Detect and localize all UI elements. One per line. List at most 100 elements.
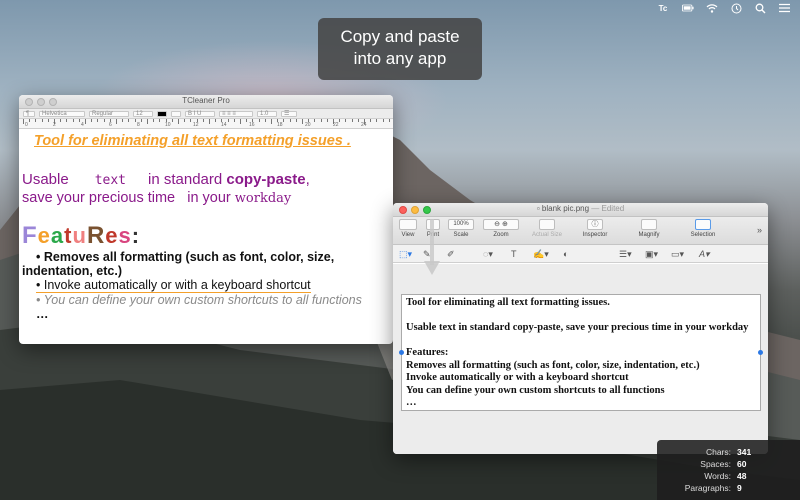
features-letter: R [86,222,106,249]
magnify-button[interactable]: Magnify [629,219,669,238]
stat-row: Spaces: 60 [657,458,800,470]
textcleaner-editor[interactable]: Tool for eliminating all text formatting… [19,129,393,321]
pv-line-3: Usable text in standard copy-paste, save… [406,322,749,333]
clock-icon[interactable] [730,2,742,14]
inspector-button[interactable]: ⓘ Inspector [575,219,615,238]
shapes-icon[interactable]: ◌▾ [483,249,493,260]
ruler-tick [47,119,49,122]
alignment-buttons[interactable]: ≡ ≡ ≡ [219,110,253,117]
pv-blank-2 [406,335,756,348]
selection-handle-right[interactable] [758,350,763,355]
features-letter: e [37,223,51,248]
ruler-number: 24 [361,122,367,128]
selection-handle-left[interactable] [399,350,404,355]
feature-item-3: • You can define your own custom shortcu… [36,293,362,307]
line-spacing-dropdown[interactable]: 1.0 [257,110,277,117]
ruler-number: 16 [249,122,255,128]
text-stats-panel: Chars: 341 Spaces: 60 Words: 48 Paragraphs: 9 [657,440,800,500]
ruler-tick [159,119,161,122]
ruler-tick [153,119,155,122]
ruler-tick [326,119,328,122]
features-letter: s [118,223,132,248]
sign-icon[interactable]: ✍▾ [533,249,549,260]
scale-field[interactable]: 100% Scale [447,219,475,238]
text-color-well[interactable] [157,110,167,117]
preview-window: ▫ blank pic.png — Edited View Print 100%… [393,203,768,454]
ruler-tick [66,119,68,122]
ruler-tick [382,119,384,122]
document-icon: ▫ [536,204,540,213]
actual-size-icon [539,219,555,230]
features-letter: e [105,223,119,248]
ruler-tick [91,119,93,122]
features-heading: FeatuRes: [22,222,390,250]
preview-titlebar[interactable]: ▫ blank pic.png — Edited [393,203,768,217]
adjust-icon[interactable]: ◐ [563,249,568,259]
pv-line-5: Features: [406,347,449,358]
stat-row: Words: 48 [657,470,800,482]
tooltip-line-2: into any app [353,49,447,68]
text-tool-icon[interactable]: T [511,249,517,259]
stat-value: 60 [737,459,747,469]
battery-icon[interactable] [682,2,694,14]
selection-button[interactable]: Selection [683,219,723,238]
paragraph-style-dropdown[interactable]: ¶ [23,110,35,117]
ruler-tick [289,119,291,122]
ruler-tick [376,119,378,122]
pv-line-8: You can define your own custom shortcuts… [406,384,665,396]
ruler-tick [190,119,192,122]
bold-italic-underline-buttons[interactable]: B I U [185,110,215,117]
editor-line-usable: Usable text in standard copy-paste, [22,171,390,188]
preview-canvas[interactable]: Tool for eliminating all text formatting… [393,264,768,454]
search-icon[interactable] [754,2,766,14]
ruler-number: 2 [53,122,56,128]
ruler-number: 12 [193,122,199,128]
features-letter: F [22,222,38,249]
ruler-tick [357,119,359,122]
rect-select-icon[interactable]: ⬚▾ [399,249,412,260]
copy-paste-tooltip: Copy and paste into any app [318,18,482,80]
textcleaner-titlebar[interactable]: TCleaner Pro [19,95,393,109]
font-family-value: Helvetica [42,110,67,117]
text-ruler[interactable]: 0 2 4 6 8 10 12 14 16 18 20 22 24 [19,119,393,129]
ruler-tick [60,119,62,122]
features-letter: a [50,223,65,248]
view-button[interactable]: View [397,219,419,238]
tc-logo-icon[interactable]: Tc [656,2,670,14]
selection-label: Selection [690,232,716,238]
zoom-control[interactable]: ⊖ ⊕ Zoom [481,219,521,238]
font-icon[interactable]: A▾ [699,249,710,260]
list-style-dropdown[interactable]: ☰ [281,110,297,117]
wifi-icon[interactable] [706,2,718,14]
text-word: text [94,173,127,188]
ruler-tick [271,119,272,124]
copy-paste-word: copy-paste [226,171,306,188]
feature-item-1-cont: indentation, etc.) [22,264,122,278]
ruler-tick [320,119,322,122]
ruler-tick [85,119,86,124]
inspector-label: Inspector [582,232,608,238]
font-family-dropdown[interactable]: Helvetica [39,110,85,117]
ruler-tick [122,119,124,122]
ruler-tick [233,119,235,122]
more-chevron-icon[interactable]: » [757,225,762,235]
text-selection-box[interactable]: Tool for eliminating all text formatting… [401,294,761,411]
font-size-dropdown[interactable]: 12 [133,110,153,117]
sketch-icon[interactable]: ✐ [447,249,455,260]
highlight-color-well[interactable] [171,110,181,117]
font-style-dropdown[interactable]: Regular [89,110,129,117]
border-icon[interactable]: ▣▾ [645,249,658,260]
fill-color-icon[interactable]: ▭▾ [671,249,684,260]
ruler-tick [209,119,210,124]
ruler-tick [283,119,285,122]
zoom-in-out-icon: ⊖ ⊕ [483,219,519,230]
list-icon[interactable] [778,2,790,14]
actual-size-button[interactable]: Actual Size [527,219,567,238]
actual-size-label: Actual Size [531,232,562,238]
ruler-tick [23,119,24,124]
stat-row: Chars: 341 [657,446,800,458]
scale-label: Scale [453,232,469,238]
line-style-icon[interactable]: ☰▾ [619,249,632,260]
editor-line-save: save your precious time in your workday [22,190,390,206]
window-title: TCleaner Pro [182,96,230,105]
